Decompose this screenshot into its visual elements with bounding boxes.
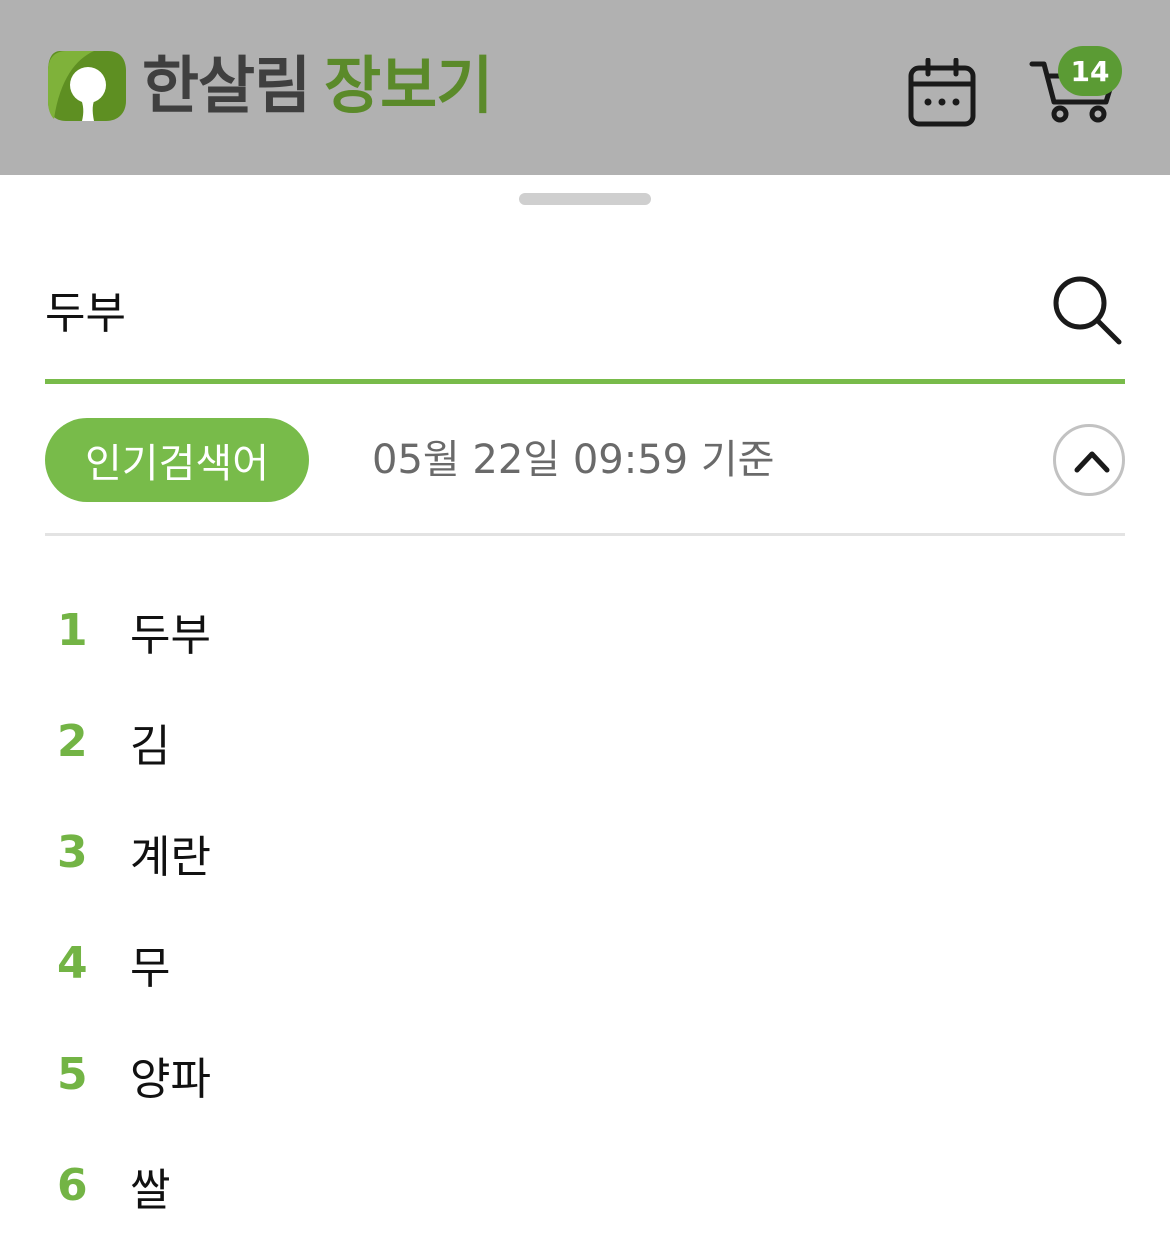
cart-count-badge: 14 (1058, 46, 1122, 96)
rank-keyword: 무 (130, 942, 171, 994)
popular-search-header: 인기검색어 05월 22일 09:59 기준 (45, 418, 1125, 536)
rank-keyword: 두부 (130, 609, 211, 661)
rank-keyword: 양파 (130, 1053, 211, 1105)
logo-leaf-icon (48, 51, 126, 121)
sheet-drag-handle[interactable] (519, 193, 651, 205)
search-input[interactable] (45, 274, 1005, 344)
rank-number: 4 (57, 938, 88, 989)
chevron-up-icon (1074, 451, 1110, 473)
search-bar (45, 260, 1125, 384)
logo-secondary-text: 장보기 (324, 49, 493, 122)
list-item[interactable]: 6 쌀 (45, 1130, 1125, 1241)
search-button[interactable] (1049, 272, 1125, 348)
list-item[interactable]: 2 김 (45, 686, 1125, 797)
calendar-icon (908, 57, 976, 127)
list-item[interactable]: 1 두부 (45, 575, 1125, 686)
logo-primary-text: 한살림 (142, 49, 311, 122)
popular-timestamp: 05월 22일 09:59 기준 (372, 437, 775, 483)
popular-keyword-list: 1 두부 2 김 3 계란 4 무 5 양파 6 쌀 (45, 575, 1125, 1241)
rank-number: 6 (57, 1160, 88, 1211)
popular-keywords-label: 인기검색어 (45, 418, 309, 502)
calendar-button[interactable] (906, 57, 978, 128)
list-item[interactable]: 5 양파 (45, 1019, 1125, 1130)
rank-keyword: 계란 (130, 831, 211, 883)
app-header: 한살림 장보기 14 (0, 0, 1170, 175)
rank-number: 3 (57, 827, 88, 878)
rank-number: 1 (57, 605, 88, 656)
rank-number: 5 (57, 1049, 88, 1100)
rank-keyword: 김 (130, 720, 171, 772)
rank-number: 2 (57, 716, 88, 767)
list-item[interactable]: 3 계란 (45, 797, 1125, 908)
search-icon (1053, 276, 1122, 345)
list-item[interactable]: 4 무 (45, 908, 1125, 1019)
hansalim-logo[interactable]: 한살림 장보기 (46, 48, 493, 124)
rank-keyword: 쌀 (130, 1164, 171, 1216)
collapse-button[interactable] (1053, 424, 1125, 496)
